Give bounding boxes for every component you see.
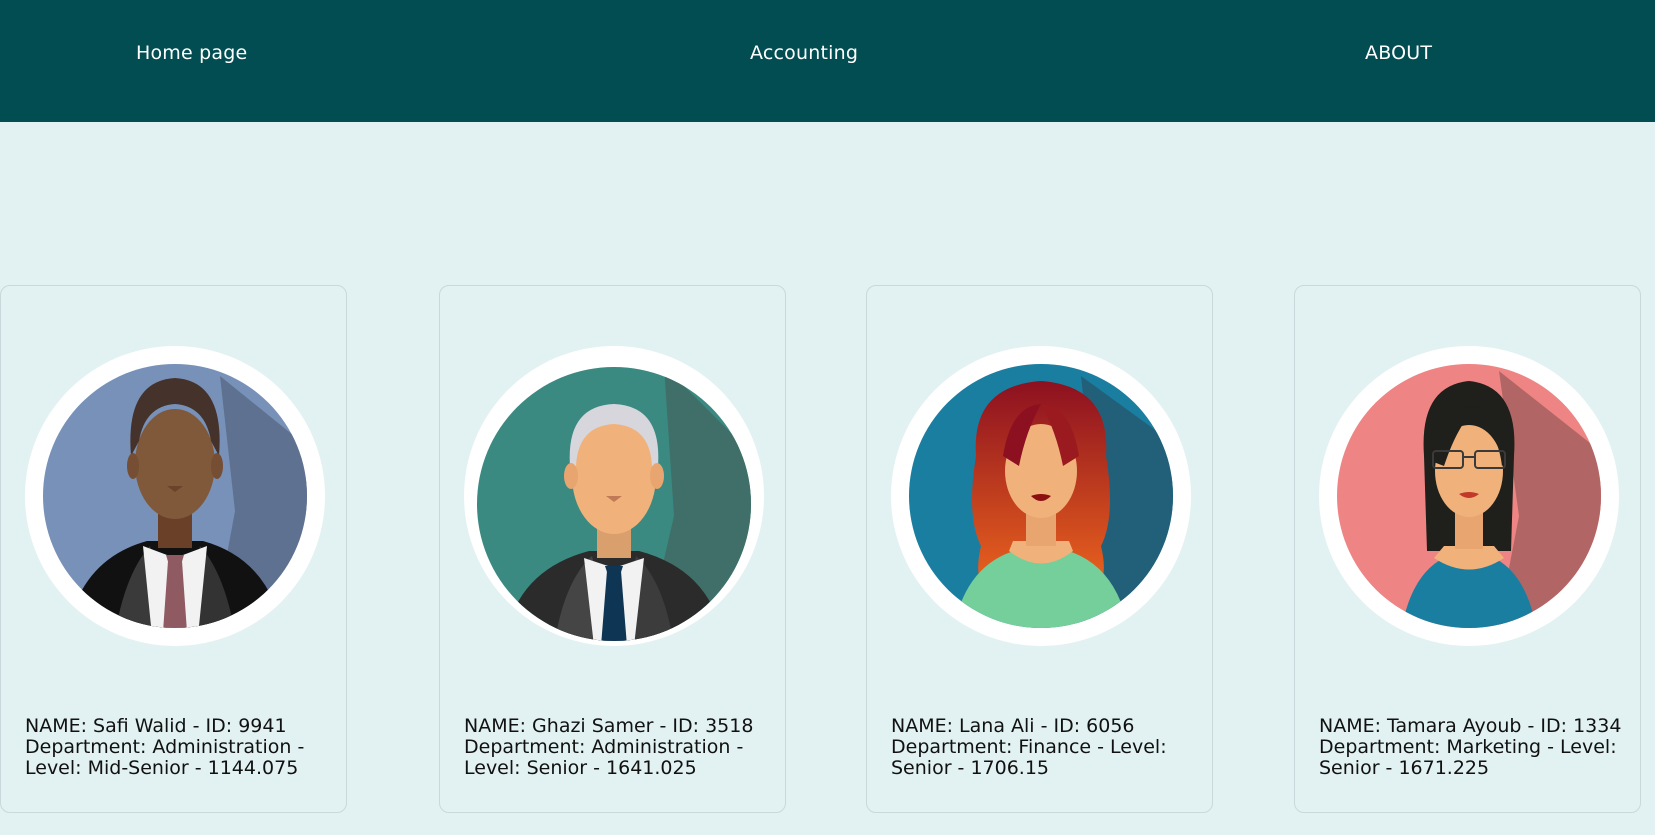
nav-link-about[interactable]: ABOUT bbox=[1365, 42, 1432, 64]
nav-link-home[interactable]: Home page bbox=[136, 42, 247, 64]
woman-red-hair-avatar-icon bbox=[891, 346, 1191, 646]
employee-card: NAME: Safi Walid - ID: 9941 Department: … bbox=[0, 285, 347, 813]
employee-card: NAME: Tamara Ayoub - ID: 1334 Department… bbox=[1294, 285, 1641, 813]
employee-info: NAME: Safi Walid - ID: 9941 Department: … bbox=[25, 715, 305, 779]
woman-glasses-avatar-icon bbox=[1319, 346, 1619, 646]
top-navigation-bar: Home page Accounting ABOUT bbox=[0, 0, 1655, 122]
nav-link-accounting[interactable]: Accounting bbox=[750, 42, 858, 64]
man-dark-skin-avatar-icon bbox=[25, 346, 325, 646]
employee-info: NAME: Tamara Ayoub - ID: 1334 Department… bbox=[1319, 715, 1622, 779]
employee-card: NAME: Ghazi Samer - ID: 3518 Department:… bbox=[439, 285, 786, 813]
employee-card: NAME: Lana Ali - ID: 6056 Department: Fi… bbox=[866, 285, 1213, 813]
man-gray-hair-avatar-icon bbox=[464, 346, 764, 646]
employee-info: NAME: Ghazi Samer - ID: 3518 Department:… bbox=[464, 715, 754, 779]
employee-info: NAME: Lana Ali - ID: 6056 Department: Fi… bbox=[891, 715, 1167, 779]
